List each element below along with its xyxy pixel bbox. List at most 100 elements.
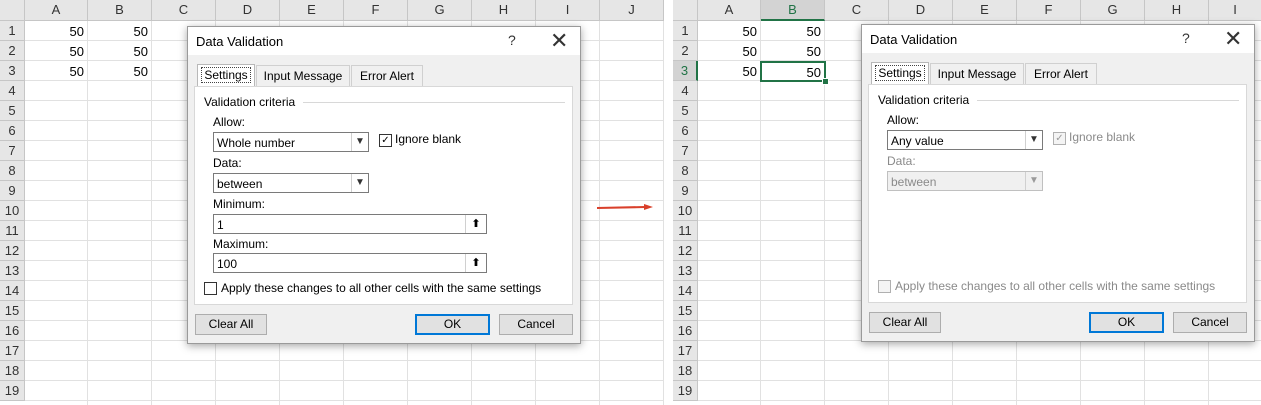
minimum-input[interactable]: 1 ⬆	[213, 214, 487, 234]
row-header-16[interactable]: 16	[0, 321, 25, 341]
row-header-4[interactable]: 4	[0, 81, 25, 101]
row-header-9[interactable]: 9	[673, 181, 698, 201]
cell-b1[interactable]: 50	[88, 22, 152, 41]
column-header-a[interactable]: A	[698, 0, 761, 21]
cell-b1[interactable]: 50	[761, 22, 825, 41]
row-header-17[interactable]: 17	[0, 341, 25, 361]
column-header-g[interactable]: G	[408, 0, 472, 21]
row-header-14[interactable]: 14	[0, 281, 25, 301]
row-header-8[interactable]: 8	[673, 161, 698, 181]
fill-handle[interactable]	[822, 78, 829, 85]
row-header-12[interactable]: 12	[673, 241, 698, 261]
column-header-b[interactable]: B	[88, 0, 152, 21]
row-header-10[interactable]: 10	[673, 201, 698, 221]
ignore-blank-checkbox[interactable]: ✓	[379, 134, 392, 147]
close-icon[interactable]: ✕	[550, 28, 568, 54]
row-header-19[interactable]: 19	[0, 381, 25, 401]
row-header-7[interactable]: 7	[673, 141, 698, 161]
column-header-f[interactable]: F	[344, 0, 408, 21]
data-dropdown[interactable]: between ▼	[213, 173, 369, 193]
clear-all-button[interactable]: Clear All	[195, 314, 267, 335]
cell-a2[interactable]: 50	[25, 42, 88, 61]
cell-b2[interactable]: 50	[88, 42, 152, 61]
range-selector-icon[interactable]: ⬆	[465, 254, 486, 272]
row-header-7[interactable]: 7	[0, 141, 25, 161]
row-header-5[interactable]: 5	[0, 101, 25, 121]
row-header-14[interactable]: 14	[673, 281, 698, 301]
row-header-12[interactable]: 12	[0, 241, 25, 261]
row-header-6[interactable]: 6	[0, 121, 25, 141]
column-header-e[interactable]: E	[953, 0, 1017, 21]
row-header-1[interactable]: 1	[0, 21, 25, 41]
column-header-d[interactable]: D	[889, 0, 953, 21]
allow-dropdown[interactable]: Whole number ▼	[213, 132, 369, 152]
column-header-d[interactable]: D	[216, 0, 280, 21]
cell-a3[interactable]: 50	[25, 62, 88, 81]
row-header-18[interactable]: 18	[673, 361, 698, 381]
column-header-f[interactable]: F	[1017, 0, 1081, 21]
allow-dropdown[interactable]: Any value ▼	[887, 130, 1043, 150]
tab-input-message[interactable]: Input Message	[930, 63, 1024, 84]
help-button[interactable]: ?	[1182, 30, 1190, 46]
apply-to-all-checkbox[interactable]	[204, 282, 217, 295]
chevron-down-icon[interactable]: ▼	[351, 174, 368, 192]
row-header-2[interactable]: 2	[0, 41, 25, 61]
column-header-g[interactable]: G	[1081, 0, 1145, 21]
row-header-15[interactable]: 15	[673, 301, 698, 321]
cancel-button[interactable]: Cancel	[499, 314, 573, 335]
cell-a2[interactable]: 50	[698, 42, 761, 61]
column-header-c[interactable]: C	[825, 0, 889, 21]
tab-error-alert[interactable]: Error Alert	[1025, 63, 1097, 84]
column-header-a[interactable]: A	[25, 0, 88, 21]
column-header-h[interactable]: H	[472, 0, 536, 21]
help-button[interactable]: ?	[508, 32, 516, 48]
row-header-18[interactable]: 18	[0, 361, 25, 381]
row-header-9[interactable]: 9	[0, 181, 25, 201]
column-header-h[interactable]: H	[1145, 0, 1209, 21]
row-header-5[interactable]: 5	[673, 101, 698, 121]
cell-b3[interactable]: 50	[88, 62, 152, 81]
column-header-c[interactable]: C	[152, 0, 216, 21]
row-header-13[interactable]: 13	[673, 261, 698, 281]
dialog-titlebar[interactable]: Data Validation ? ✕	[862, 25, 1254, 53]
column-header-i[interactable]: I	[1209, 0, 1261, 21]
ok-button[interactable]: OK	[415, 314, 490, 335]
tab-settings[interactable]: Settings	[197, 64, 255, 87]
ok-button[interactable]: OK	[1089, 312, 1164, 333]
row-header-4[interactable]: 4	[673, 81, 698, 101]
chevron-down-icon[interactable]: ▼	[351, 133, 368, 151]
tab-error-alert[interactable]: Error Alert	[351, 65, 423, 86]
row-header-11[interactable]: 11	[0, 221, 25, 241]
column-header-i[interactable]: I	[536, 0, 600, 21]
tab-input-message[interactable]: Input Message	[256, 65, 350, 86]
column-header-e[interactable]: E	[280, 0, 344, 21]
cancel-button[interactable]: Cancel	[1173, 312, 1247, 333]
row-header-1[interactable]: 1	[673, 21, 698, 41]
cell-a3[interactable]: 50	[698, 62, 761, 81]
column-header-j[interactable]: J	[600, 0, 664, 21]
cell-a1[interactable]: 50	[25, 22, 88, 41]
row-header-16[interactable]: 16	[673, 321, 698, 341]
dialog-titlebar[interactable]: Data Validation ? ✕	[188, 27, 580, 55]
maximum-input[interactable]: 100 ⬆	[213, 253, 487, 273]
close-icon[interactable]: ✕	[1224, 26, 1242, 52]
row-header-3[interactable]: 3	[0, 61, 25, 81]
chevron-down-icon[interactable]: ▼	[1025, 131, 1042, 149]
tab-settings[interactable]: Settings	[871, 62, 929, 85]
row-header-2[interactable]: 2	[673, 41, 698, 61]
column-header-b[interactable]: B	[761, 0, 825, 21]
row-header-15[interactable]: 15	[0, 301, 25, 321]
row-header-11[interactable]: 11	[673, 221, 698, 241]
cell-a1[interactable]: 50	[698, 22, 761, 41]
row-header-8[interactable]: 8	[0, 161, 25, 181]
clear-all-button[interactable]: Clear All	[869, 312, 941, 333]
cell-b2[interactable]: 50	[761, 42, 825, 61]
row-header-10[interactable]: 10	[0, 201, 25, 221]
row-header-19[interactable]: 19	[673, 381, 698, 401]
row-header-13[interactable]: 13	[0, 261, 25, 281]
range-selector-icon[interactable]: ⬆	[465, 215, 486, 233]
row-header-6[interactable]: 6	[673, 121, 698, 141]
row-header-3[interactable]: 3	[673, 61, 698, 81]
row-header-17[interactable]: 17	[673, 341, 698, 361]
cell-b3-selected[interactable]: 50	[760, 61, 826, 82]
